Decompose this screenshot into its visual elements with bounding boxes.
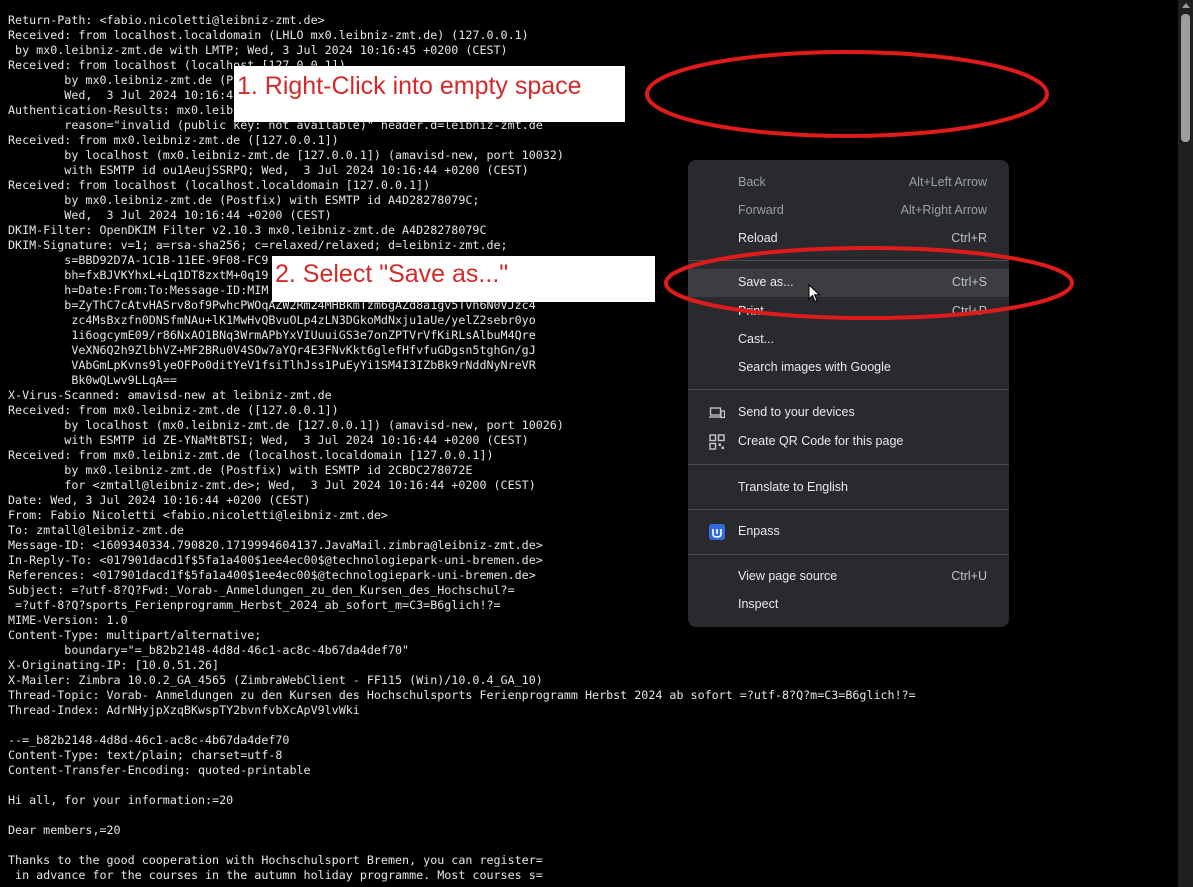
scroll-up-arrow-icon[interactable] (1182, 3, 1190, 8)
menu-item-back[interactable]: Back Alt+Left Arrow (688, 169, 1009, 197)
vertical-scrollbar[interactable] (1178, 0, 1193, 887)
source-line (8, 718, 916, 733)
menu-item-shortcut: Ctrl+P (951, 304, 987, 318)
source-line: in advance for the courses in the autumn… (8, 868, 543, 882)
menu-item-shortcut: Alt+Left Arrow (908, 175, 987, 189)
source-line (8, 838, 916, 853)
instruction-callout-step2: 2. Select "Save as..." (272, 256, 655, 302)
menu-item-label: Save as... (738, 275, 794, 289)
source-line: Thread-Topic: Vorab- Anmeldungen zu den … (8, 688, 916, 702)
source-line: Hi all, for your information:=20 (8, 793, 234, 807)
menu-divider (688, 464, 1009, 465)
context-menu: Back Alt+Left Arrow Forward Alt+Right Ar… (688, 160, 1009, 627)
menu-divider (688, 509, 1009, 510)
menu-item-send-to-devices[interactable]: Send to your devices (688, 399, 1009, 427)
source-line: Received: from localhost.localdomain (LH… (8, 28, 529, 42)
menu-item-label: Back (738, 175, 766, 189)
menu-item-shortcut: Alt+Right Arrow (900, 203, 988, 217)
menu-item-label: Reload (738, 231, 778, 245)
source-line: Content-Transfer-Encoding: quoted-printa… (8, 763, 311, 777)
source-line: Content-Type: multipart/alternative; (8, 628, 262, 642)
instruction-callout-step1: 1. Right-Click into empty space (234, 66, 625, 122)
source-line (8, 808, 916, 823)
menu-item-label: Inspect (738, 597, 779, 611)
source-line: Thanks to the good cooperation with Hoch… (8, 853, 543, 867)
menu-item-create-qr-code[interactable]: Create QR Code for this page (688, 428, 1009, 456)
menu-item-shortcut: Ctrl+R (951, 231, 987, 245)
menu-item-view-page-source[interactable]: View page source Ctrl+U (688, 563, 1009, 591)
menu-divider (688, 389, 1009, 390)
source-line: Received: from mx0.leibniz-zmt.de ([127.… (8, 133, 339, 147)
menu-item-translate[interactable]: Translate to English (688, 474, 1009, 502)
source-line: boundary="=_b82b2148-4d8d-46c1-ac8c-4b67… (8, 643, 410, 657)
menu-item-label: View page source (738, 569, 838, 583)
source-line (8, 778, 916, 793)
source-line: --=_b82b2148-4d8d-46c1-ac8c-4b67da4def70 (8, 733, 290, 747)
menu-item-enpass[interactable]: Enpass (688, 518, 1009, 546)
enpass-icon (709, 524, 725, 540)
menu-item-label: Cast... (738, 332, 775, 346)
devices-icon (709, 407, 725, 419)
menu-item-label: Send to your devices (738, 405, 855, 419)
menu-item-save-as[interactable]: Save as... Ctrl+S (688, 269, 1009, 297)
source-line: Thread-Index: AdrNHyjpXzqBKwspTY2bvnfvbX… (8, 703, 360, 717)
menu-item-label: Forward (738, 203, 784, 217)
mouse-cursor-icon (808, 284, 821, 303)
menu-item-inspect[interactable]: Inspect (688, 591, 1009, 619)
menu-item-cast[interactable]: Cast... (688, 326, 1009, 354)
menu-divider (688, 554, 1009, 555)
menu-item-forward[interactable]: Forward Alt+Right Arrow (688, 197, 1009, 225)
menu-item-label: Create QR Code for this page (738, 434, 904, 448)
menu-item-label: Print... (738, 304, 775, 318)
menu-divider (688, 260, 1009, 261)
source-line: Return-Path: <fabio.nicoletti@leibniz-zm… (8, 13, 325, 27)
instruction-step2-text: 2. Select "Save as..." (275, 260, 509, 288)
qr-code-icon (709, 434, 725, 450)
source-line: X-Mailer: Zimbra 10.0.2_GA_4565 (ZimbraW… (8, 673, 543, 687)
scrollbar-thumb[interactable] (1181, 14, 1190, 142)
menu-item-label: Translate to English (738, 480, 849, 494)
menu-item-reload[interactable]: Reload Ctrl+R (688, 225, 1009, 253)
menu-item-shortcut: Ctrl+U (951, 569, 987, 583)
menu-item-label: Search images with Google (738, 360, 891, 374)
menu-item-print[interactable]: Print... Ctrl+P (688, 298, 1009, 326)
source-line: X-Originating-IP: [10.0.51.26] (8, 658, 220, 672)
instruction-step1-text: 1. Right-Click into empty space (237, 72, 582, 100)
source-line: Dear members,=20 (8, 823, 121, 837)
menu-item-label: Enpass (738, 524, 780, 538)
source-line: Content-Type: text/plain; charset=utf-8 (8, 748, 283, 762)
menu-item-search-images[interactable]: Search images with Google (688, 354, 1009, 382)
source-line: by mx0.leibniz-zmt.de with LMTP; Wed, 3 … (8, 43, 508, 57)
menu-item-shortcut: Ctrl+S (951, 275, 987, 289)
